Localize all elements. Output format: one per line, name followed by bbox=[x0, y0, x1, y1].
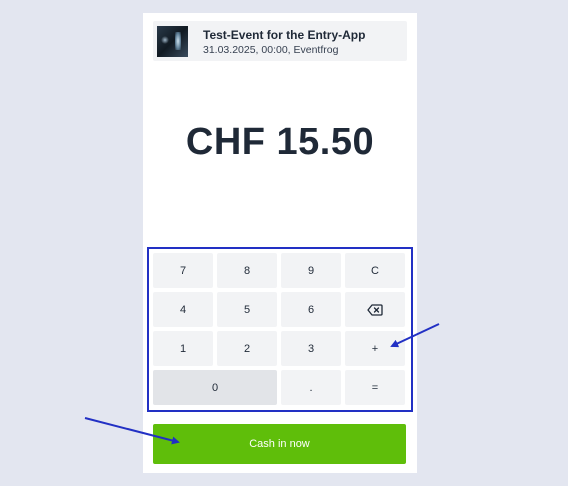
key-7[interactable]: 7 bbox=[153, 253, 213, 288]
key-backspace[interactable] bbox=[345, 292, 405, 327]
key-2[interactable]: 2 bbox=[217, 331, 277, 366]
key-dot[interactable]: . bbox=[281, 370, 341, 405]
key-equals[interactable]: = bbox=[345, 370, 405, 405]
backspace-icon bbox=[367, 303, 383, 316]
key-plus[interactable]: + bbox=[345, 331, 405, 366]
key-5[interactable]: 5 bbox=[217, 292, 277, 327]
event-header[interactable]: Test-Event for the Entry-App 31.03.2025,… bbox=[153, 21, 407, 61]
event-title: Test-Event for the Entry-App bbox=[203, 28, 366, 42]
key-0[interactable]: 0 bbox=[153, 370, 277, 405]
cash-in-button[interactable]: Cash in now bbox=[153, 424, 406, 464]
event-thumbnail bbox=[157, 26, 188, 57]
key-1[interactable]: 1 bbox=[153, 331, 213, 366]
key-6[interactable]: 6 bbox=[281, 292, 341, 327]
key-9[interactable]: 9 bbox=[281, 253, 341, 288]
key-3[interactable]: 3 bbox=[281, 331, 341, 366]
amount-display: CHF 15.50 bbox=[185, 121, 375, 163]
key-4[interactable]: 4 bbox=[153, 292, 213, 327]
key-8[interactable]: 8 bbox=[217, 253, 277, 288]
event-meta: 31.03.2025, 00:00, Eventfrog bbox=[203, 44, 339, 56]
key-clear[interactable]: C bbox=[345, 253, 405, 288]
